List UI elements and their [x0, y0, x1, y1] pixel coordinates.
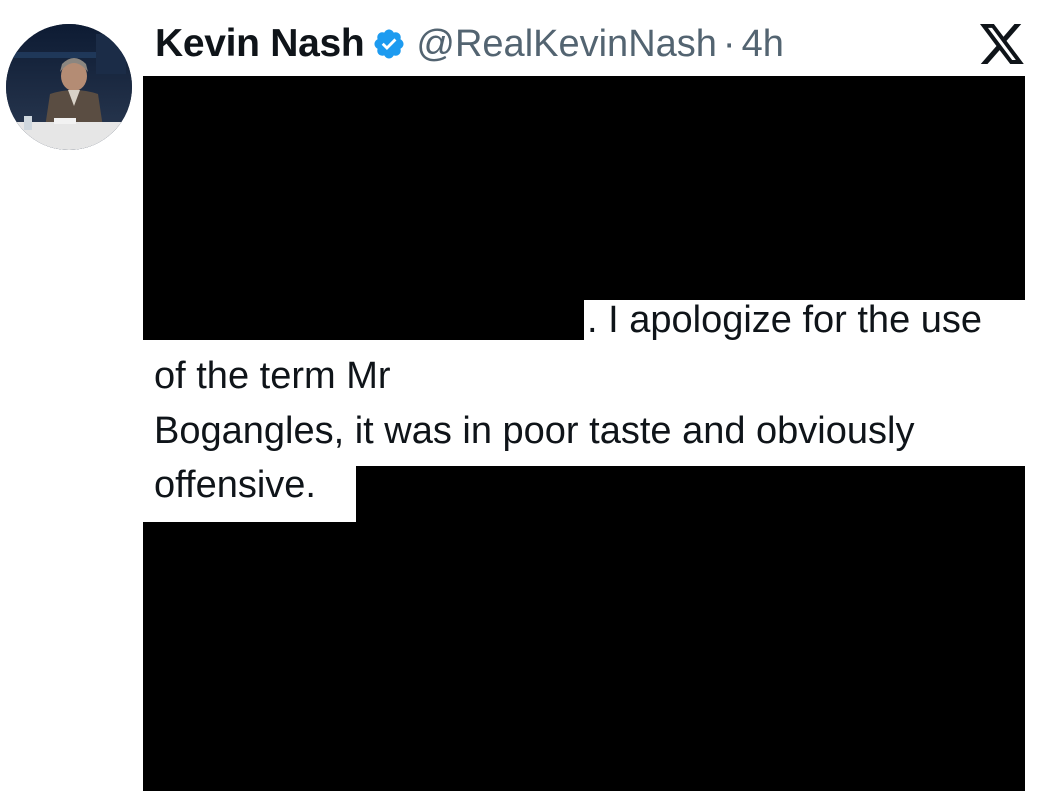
verified-badge-icon	[372, 27, 406, 61]
tweet-text-line: offensive.	[154, 464, 316, 506]
avatar[interactable]	[6, 24, 132, 150]
author-handle[interactable]: @RealKevinNash	[416, 23, 717, 66]
author-display-name[interactable]: Kevin Nash	[155, 22, 365, 66]
redaction-block	[143, 76, 1025, 300]
redaction-block	[356, 466, 1025, 526]
redaction-block	[143, 298, 584, 340]
tweet-text-line: . I apologize for the use	[587, 299, 983, 341]
tweet-text-line: Bogangles, it was in poor taste and obvi…	[154, 410, 915, 452]
tweet-header: Kevin Nash @RealKevinNash · 4h	[155, 20, 784, 68]
timestamp[interactable]: 4h	[742, 23, 784, 66]
redaction-block	[143, 522, 1025, 791]
separator-dot: ·	[722, 22, 736, 65]
tweet-text-line: of the term Mr	[154, 355, 391, 397]
x-logo-icon	[978, 22, 1026, 68]
